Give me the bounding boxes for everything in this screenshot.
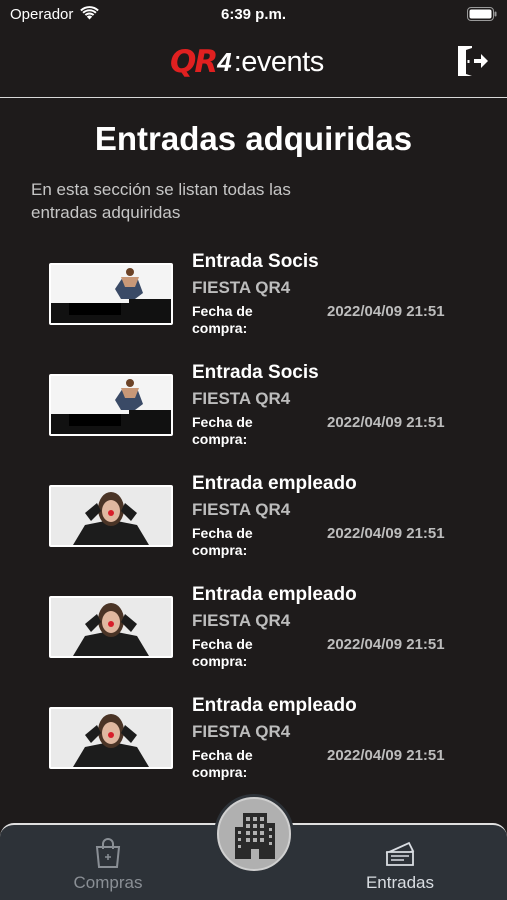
ticket-image [49,485,173,547]
purchase-date-label: Fecha de compra: [192,636,253,669]
ticket-event: FIESTA QR4 [192,389,291,408]
logo-4: 4 [217,46,232,77]
purchase-date-label: Fecha de compra: [192,414,253,447]
woman-red-nose-photo [51,709,171,767]
ticket-item[interactable]: Entrada Socis FIESTA QR4 Fecha de compra… [0,361,507,472]
ticket-event: FIESTA QR4 [192,500,291,519]
ticket-item[interactable]: Entrada empleado FIESTA QR4 Fecha de com… [0,694,507,805]
tab-compras-label: Compras [73,873,143,892]
shopping-bag-icon [95,838,121,868]
purchase-date: 2022/04/09 21:51 [327,636,445,653]
ticket-list: Entrada Socis FIESTA QR4 Fecha de compra… [0,250,507,805]
ticket-name: Entrada empleado [192,473,357,494]
tab-entradas-label: Entradas [365,873,435,892]
tab-entradas[interactable]: Entradas [320,825,480,900]
ticket-name: Entrada empleado [192,695,357,716]
purchase-date: 2022/04/09 21:51 [327,303,445,320]
ticket-event: FIESTA QR4 [192,611,291,630]
ticket-name: Entrada Socis [192,251,319,272]
purchase-date: 2022/04/09 21:51 [327,414,445,431]
status-bar: Operador 6:39 p.m. [0,0,507,30]
center-building-button[interactable] [217,797,291,871]
building-icon [235,813,275,859]
ticket-image [49,263,173,325]
logout-door-icon[interactable] [455,44,489,78]
battery-icon [467,7,497,21]
purchase-date: 2022/04/09 21:51 [327,525,445,542]
clock: 6:39 p.m. [220,6,287,23]
seated-person-photo [51,265,171,323]
logo-qr: QR [170,44,218,80]
page-subtitle: En esta sección se listan todas las entr… [31,180,291,222]
ticket-item[interactable]: Entrada Socis FIESTA QR4 Fecha de compra… [0,250,507,361]
seated-person-photo [51,376,171,434]
ticket-item[interactable]: Entrada empleado FIESTA QR4 Fecha de com… [0,472,507,583]
logo-events: :events [233,45,325,78]
purchase-date-label: Fecha de compra: [192,747,253,780]
ticket-image [49,374,173,436]
woman-red-nose-photo [51,487,171,545]
tickets-icon [385,841,415,866]
tab-compras[interactable]: Compras [28,825,188,900]
ticket-event: FIESTA QR4 [192,722,291,741]
ticket-image [49,596,173,658]
purchase-date-label: Fecha de compra: [192,525,253,558]
purchase-date-label: Fecha de compra: [192,303,253,336]
page-title: Entradas adquiridas [94,120,413,157]
qr4-events-logo: QR 4 :events [170,44,324,80]
ticket-name: Entrada empleado [192,584,357,605]
woman-red-nose-photo [51,598,171,656]
ticket-image [49,707,173,769]
ticket-item[interactable]: Entrada empleado FIESTA QR4 Fecha de com… [0,583,507,694]
app-header: QR 4 :events [0,30,507,98]
purchase-date: 2022/04/09 21:51 [327,747,445,764]
ticket-name: Entrada Socis [192,362,319,383]
ticket-event: FIESTA QR4 [192,278,291,297]
